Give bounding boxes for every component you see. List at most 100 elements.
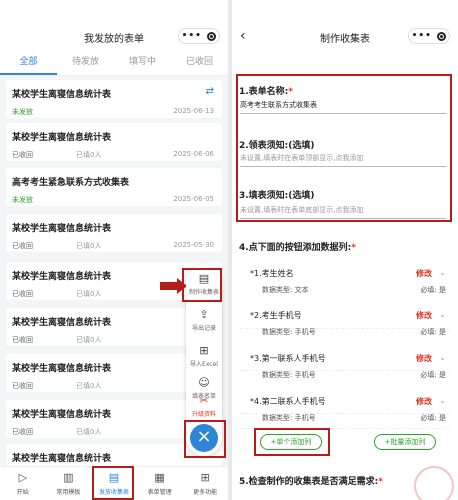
play-icon: ▷ [18,471,28,484]
form-card-status: 未发放 [12,196,33,204]
form-card-status: 已收回 [12,336,33,344]
column-type: 数据类型: 手机号 [262,328,316,336]
nav-more[interactable]: ⊞ 更多功能 [182,467,228,500]
nav-label: 常用模板 [56,489,81,496]
add-batch-column-button[interactable]: +批量添加列 [374,434,436,450]
user-list-icon: ☺ [198,376,210,389]
right-screen: ‹ 制作收集表 ••• 1.表单名称:* 高考考生联系方式收集表 2.领表须知:… [232,0,458,500]
form-card-status: 未发放 [12,108,33,116]
form-card-status: 已收回 [12,151,33,159]
form-card-count: 已填0人 [76,428,102,436]
form-card-count: 已填0人 [76,336,102,344]
form-card[interactable]: 高考考生紧急联系方式收集表 未发放 2025-06-05 [6,168,222,206]
form-card-count: 已填0人 [76,151,102,159]
form-card-date: 2025-05-30 [173,241,214,249]
edit-column-button[interactable]: 修改 [416,353,432,364]
column-required: 必填: 是 [420,328,446,336]
form-card-title: 某校学生离寝信息统计表 [12,224,112,234]
form-card-title: 高考考生紧急联系方式收集表 [12,178,130,188]
form-card-status: 已收回 [12,290,33,298]
form-card-title: 某校学生离寝信息统计表 [12,90,112,100]
column-type: 数据类型: 手机号 [262,371,316,379]
close-miniprogram-icon[interactable] [207,31,217,41]
highlight-box [236,74,452,222]
form-card-status: 已收回 [12,428,33,436]
edit-column-button[interactable]: 修改 [416,310,432,321]
mini-program-capsule[interactable]: ••• [178,28,220,44]
chevron-down-icon[interactable]: ⌄ [439,310,446,319]
form-card-status: 已收回 [12,382,33,390]
grid-icon: ⊞ [200,471,210,484]
refresh-icon[interactable]: ⇄ [206,86,214,97]
tab-pending[interactable]: 待发放 [57,50,114,75]
form-card[interactable]: 某校学生离寝信息统计表 未发放 2025-06-13 ⇄ [6,80,222,118]
form-card-count: 已填0人 [76,382,102,390]
left-title-bar: 我发放的表单 ••• [0,0,228,50]
form-card-count: 已填0人 [76,290,102,298]
column-name: *4.第二联系人手机号 [250,397,326,406]
fab-upgrade-label: 升级资料 [191,411,216,418]
fab-export[interactable]: ⇪ 导出记录 [186,308,222,332]
highlight-box [92,466,134,500]
nav-label: 开始 [16,489,29,496]
column-type: 数据类型: 手机号 [262,414,316,422]
form-card-date: 2025-06-06 [173,150,214,158]
column-required: 必填: 是 [420,414,446,422]
section-label: 5.检查制作的收集表是否满足需求: [239,477,379,487]
tab-collected[interactable]: 已收回 [171,50,228,75]
edit-column-button[interactable]: 修改 [416,268,432,279]
form-card-date: 2025-06-13 [173,107,214,115]
chevron-down-icon[interactable]: ⌄ [439,268,446,277]
tab-filling[interactable]: 填写中 [114,50,171,75]
fab-export-label: 导出记录 [191,325,216,332]
nav-label: 表单管理 [147,489,172,496]
section-columns: 4.点下面的按钮添加数据列:* [239,243,356,253]
chevron-down-icon[interactable]: ⌄ [439,396,446,405]
fab-upgrade[interactable]: ✂ 升级资料 [186,394,222,418]
form-card-date: 2025-06-05 [173,195,214,203]
highlight-box [184,420,226,458]
more-icon[interactable]: ••• [182,31,202,41]
section-label: 4.点下面的按钮添加数据列: [239,243,352,253]
form-card-title: 某校学生离寝信息统计表 [12,410,112,420]
column-name: *2.考生手机号 [250,311,302,320]
highlight-box [254,428,330,456]
form-card-title: 某校学生离寝信息统计表 [12,318,112,328]
nav-templates[interactable]: ▥ 常用模板 [46,467,92,500]
seal-stamp-icon [414,466,454,500]
right-title-bar: ‹ 制作收集表 ••• [232,0,458,50]
close-miniprogram-icon[interactable] [437,31,447,41]
form-card-title: 某校学生离寝信息统计表 [12,133,112,143]
export-icon: ⇪ [199,308,209,321]
fab-import-label: 导入Excel [190,361,218,368]
form-card-title: 某校学生离寝信息统计表 [12,272,112,282]
form-card-status: 已收回 [12,242,33,250]
left-screen: 我发放的表单 ••• 全部 待发放 填写中 已收回 某校学生离寝信息统计表 未发… [0,0,228,500]
form-card-title: 某校学生离寝信息统计表 [12,364,112,374]
column-type: 数据类型: 文本 [262,286,309,294]
form-card[interactable]: 某校学生离寝信息统计表 已收回 已填0人 2025-06-06 [6,123,222,161]
status-tabs: 全部 待发放 填写中 已收回 [0,50,228,76]
highlight-box [182,268,222,302]
excel-icon: ⊞ [199,344,209,357]
upgrade-icon: ✂ [199,394,209,407]
nav-manage[interactable]: ▦ 表单管理 [137,467,183,500]
form-card-title: 某校学生离寝信息统计表 [12,454,112,464]
nav-label: 更多功能 [193,489,218,496]
column-item[interactable]: *4.第二联系人手机号 修改 ⌄ 数据类型: 手机号 必填: 是 [240,393,450,429]
fab-import[interactable]: ⊞ 导入Excel [186,344,222,368]
nav-start[interactable]: ▷ 开始 [0,467,46,500]
mini-program-capsule[interactable]: ••• [408,28,450,44]
manage-icon: ▦ [154,471,165,484]
column-name: *3.第一联系人手机号 [250,354,326,363]
column-name: *1.考生姓名 [250,269,294,278]
more-icon[interactable]: ••• [412,31,432,41]
column-required: 必填: 是 [420,371,446,379]
form-card-count: 已填0人 [76,242,102,250]
tab-all[interactable]: 全部 [0,50,57,75]
edit-column-button[interactable]: 修改 [416,396,432,407]
section-check: 5.检查制作的收集表是否满足需求:* [239,477,383,487]
form-card[interactable]: 某校学生离寝信息统计表 已收回 已填0人 2025-05-30 [6,214,222,252]
template-icon: ▥ [63,471,74,484]
chevron-down-icon[interactable]: ⌄ [439,353,446,362]
